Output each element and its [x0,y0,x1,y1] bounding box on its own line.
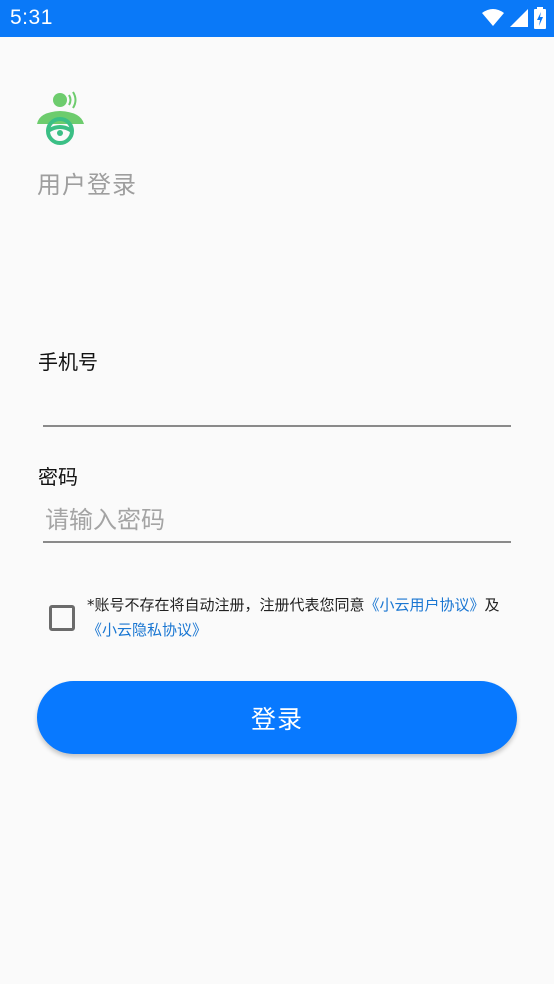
phone-field[interactable] [43,383,511,427]
agreement-prefix: *账号不存在将自动注册，注册代表您同意 [87,596,365,614]
status-bar: 5:31 [0,0,554,37]
privacy-policy-link[interactable]: 《小云隐私协议》 [87,621,207,639]
password-field[interactable] [43,499,511,543]
password-input[interactable] [43,499,511,541]
signal-icon [510,9,528,27]
page-title: 用户登录 [37,171,137,199]
phone-label: 手机号 [38,350,98,374]
status-time: 5:31 [10,6,53,29]
login-button[interactable]: 登录 [37,681,517,754]
phone-input[interactable] [43,383,511,425]
password-label: 密码 [38,465,78,489]
wifi-icon [482,9,504,26]
agreement-conjunction: 及 [484,596,500,614]
agreement-checkbox[interactable] [49,605,75,631]
battery-charging-icon [534,7,546,29]
agreement-text: *账号不存在将自动注册，注册代表您同意《小云用户协议》及《小云隐私协议》 [87,593,512,643]
user-agreement-link[interactable]: 《小云用户协议》 [365,596,485,614]
status-icons [482,7,546,29]
agreement-row: *账号不存在将自动注册，注册代表您同意《小云用户协议》及《小云隐私协议》 [47,593,517,645]
driver-avatar-logo [37,91,84,145]
